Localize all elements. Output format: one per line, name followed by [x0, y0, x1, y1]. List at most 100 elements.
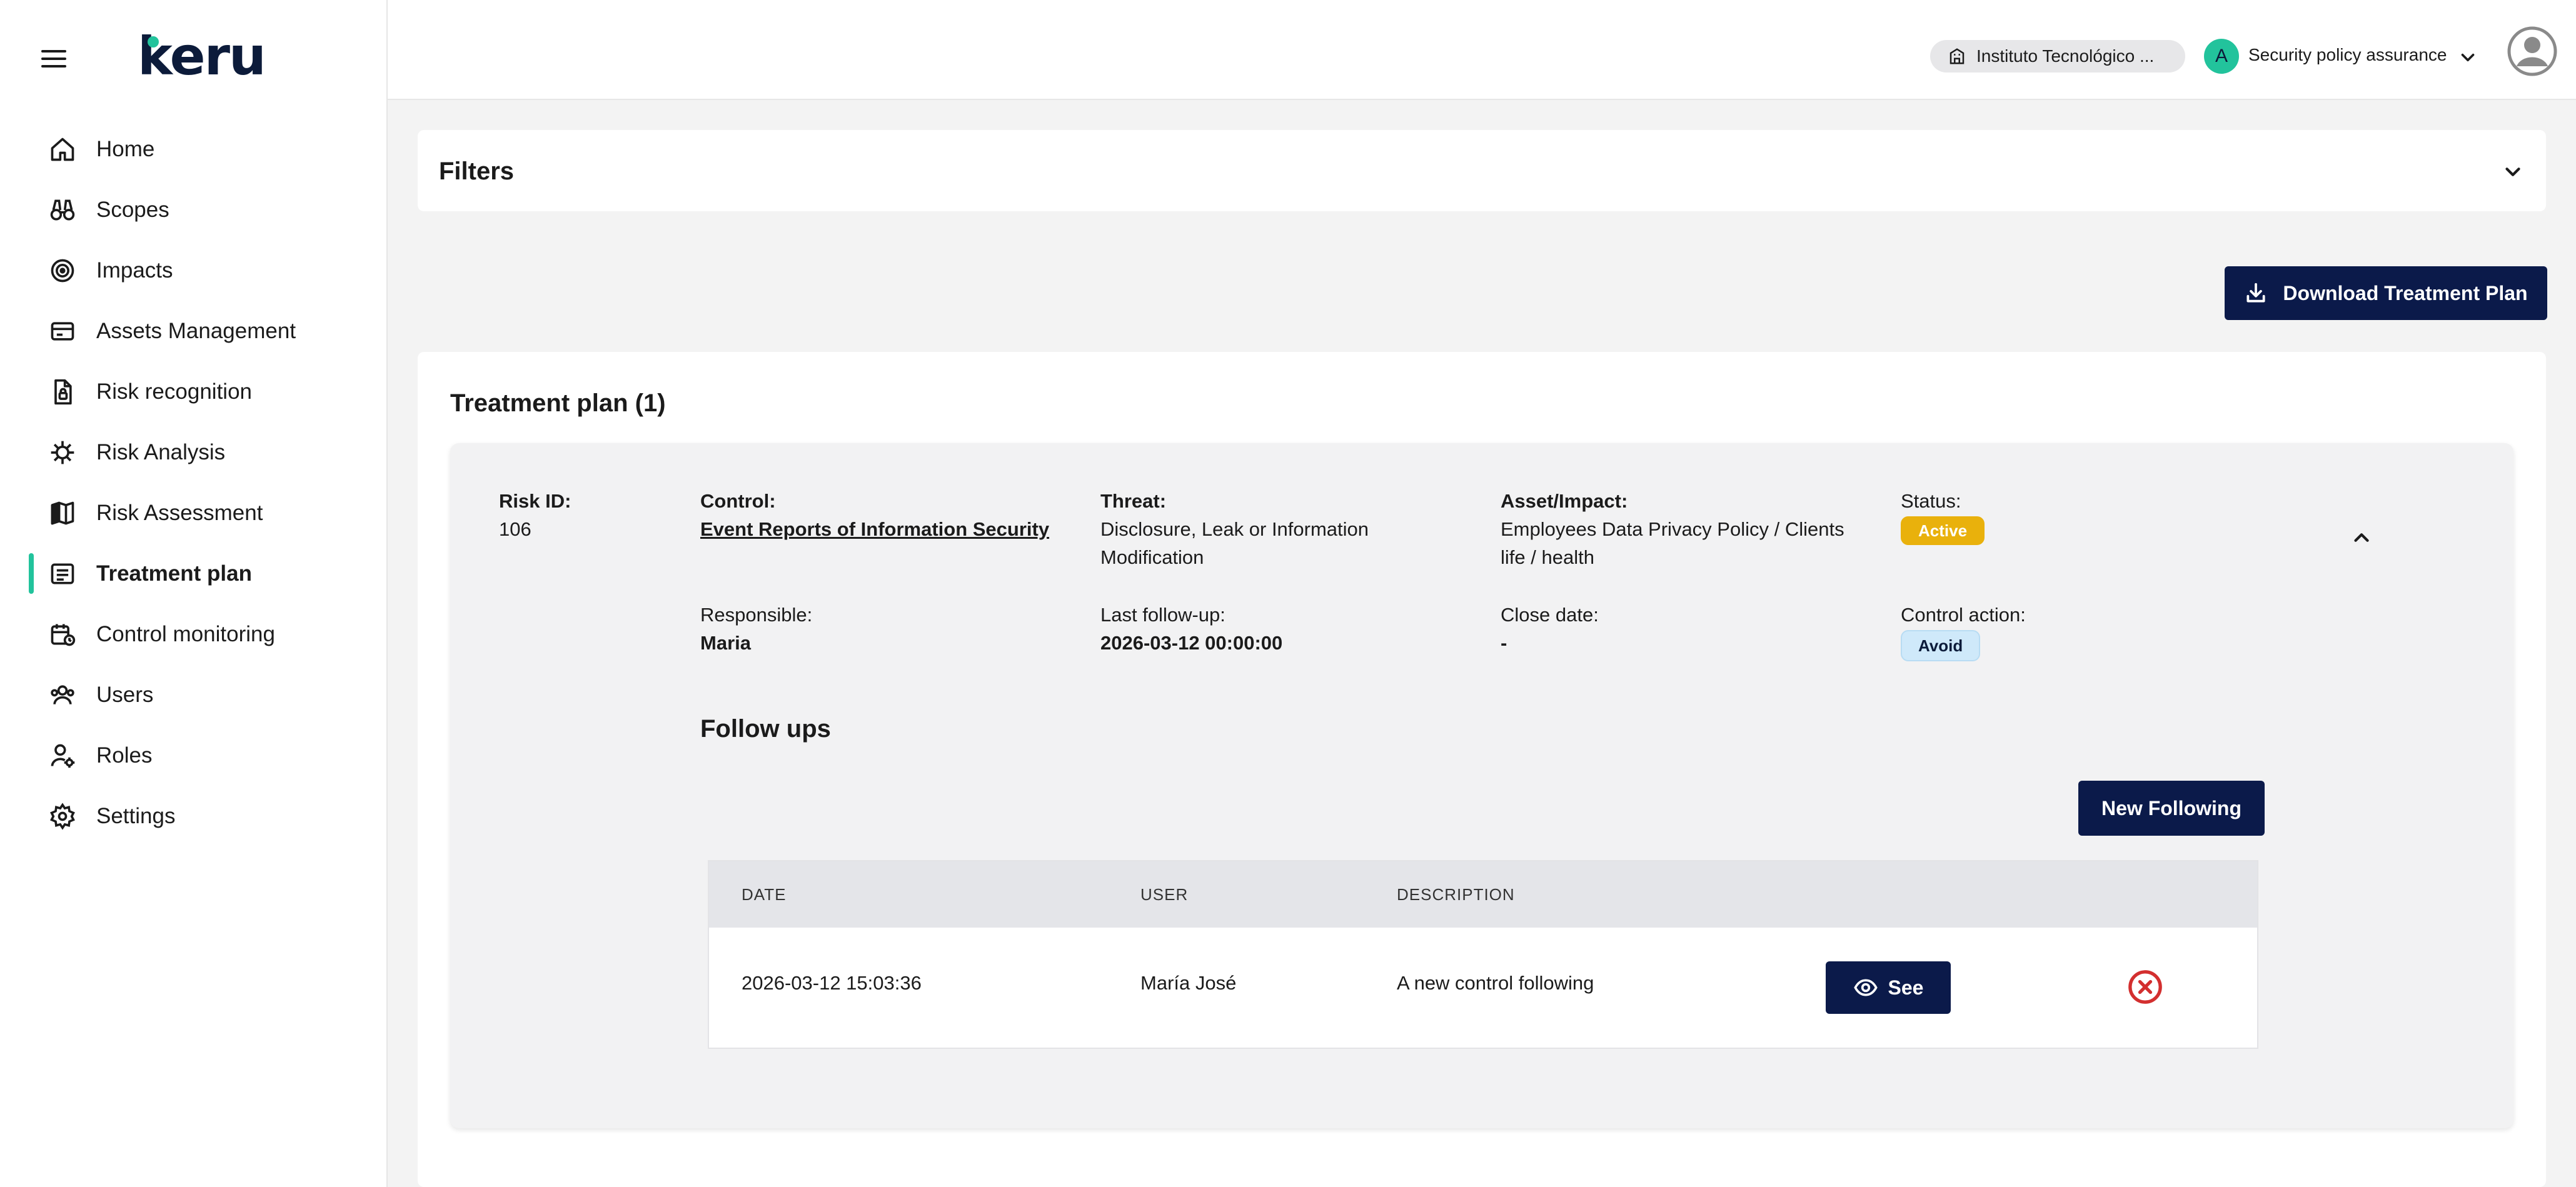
list-icon — [49, 560, 76, 588]
risk-id-field: Risk ID: 106 — [499, 487, 571, 543]
close-date-field: Close date: - — [1501, 601, 1599, 657]
asset-impact-value-line1: Employees Data Privacy Policy / Clients — [1501, 518, 1844, 540]
chevron-up-icon[interactable] — [2350, 526, 2373, 549]
gear-icon — [49, 802, 76, 830]
sidebar-item-label: Assets Management — [96, 318, 296, 343]
institution-name: Instituto Tecnológico ... — [1976, 46, 2155, 66]
sidebar-item-control-monitoring[interactable]: Control monitoring — [0, 604, 386, 664]
logo-dot — [148, 36, 159, 48]
control-link[interactable]: Event Reports of Information Security — [700, 515, 1049, 543]
sidebar: keru Home Scopes Impacts Assets Manageme… — [0, 0, 388, 1187]
see-label: See — [1888, 976, 1924, 999]
sidebar-item-label: Roles — [96, 743, 153, 768]
sidebar-item-roles[interactable]: Roles — [0, 725, 386, 786]
status-label: Status: — [1901, 490, 1961, 512]
radar-icon — [49, 257, 76, 284]
institution-selector[interactable]: Instituto Tecnológico ... — [1930, 40, 2185, 73]
filters-title: Filters — [439, 158, 515, 185]
chevron-down-icon[interactable] — [2457, 47, 2478, 68]
sidebar-nav: Home Scopes Impacts Assets Management Ri… — [0, 119, 386, 846]
follow-ups-title: Follow ups — [700, 715, 831, 743]
close-date-label: Close date: — [1501, 604, 1599, 626]
last-followup-value: 2026-03-12 00:00:00 — [1100, 632, 1283, 654]
column-header-user[interactable]: USER — [1140, 885, 1188, 904]
sidebar-item-label: Treatment plan — [96, 561, 252, 586]
column-header-description[interactable]: DESCRIPTION — [1397, 885, 1515, 904]
eye-icon — [1853, 975, 1878, 1000]
threat-value-line1: Disclosure, Leak or Information — [1100, 518, 1369, 540]
sidebar-item-assets-management[interactable]: Assets Management — [0, 301, 386, 361]
responsible-field: Responsible: Maria — [700, 601, 812, 657]
user-avatar-icon[interactable] — [2507, 26, 2557, 76]
top-header — [388, 0, 2576, 100]
last-followup-field: Last follow-up: 2026-03-12 00:00:00 — [1100, 601, 1282, 657]
calendar-monitor-icon — [49, 621, 76, 648]
last-followup-label: Last follow-up: — [1100, 604, 1225, 626]
row-description: A new control following — [1397, 972, 1594, 994]
treatment-plan-card: Treatment plan (1) Risk ID: 106 Control:… — [418, 352, 2546, 1187]
sidebar-item-label: Risk Analysis — [96, 439, 226, 464]
follow-ups-table: DATE USER DESCRIPTION 2026-03-12 15:03:3… — [708, 860, 2258, 1049]
threat-field: Threat: Disclosure, Leak or Information … — [1100, 487, 1369, 571]
virus-icon — [49, 439, 76, 466]
close-date-value: - — [1501, 632, 1507, 654]
sidebar-item-risk-analysis[interactable]: Risk Analysis — [0, 422, 386, 483]
org-name[interactable]: Security policy assurance — [2248, 45, 2447, 65]
risk-id-value: 106 — [499, 518, 531, 540]
download-treatment-plan-button[interactable]: Download Treatment Plan — [2225, 266, 2547, 320]
menu-icon[interactable] — [41, 49, 66, 69]
row-date: 2026-03-12 15:03:36 — [742, 972, 922, 994]
control-label: Control: — [700, 490, 776, 512]
sidebar-item-impacts[interactable]: Impacts — [0, 240, 386, 301]
binoculars-icon — [49, 196, 76, 224]
home-icon — [49, 136, 76, 163]
sidebar-item-label: Scopes — [96, 197, 169, 222]
sidebar-item-label: Settings — [96, 803, 176, 828]
sidebar-item-home[interactable]: Home — [0, 119, 386, 179]
sidebar-item-label: Home — [96, 136, 155, 161]
delete-circle-icon[interactable] — [2127, 969, 2163, 1005]
sidebar-item-risk-recognition[interactable]: Risk recognition — [0, 361, 386, 422]
new-following-button[interactable]: New Following — [2078, 781, 2265, 836]
card-icon — [49, 318, 76, 345]
org-avatar: A — [2204, 39, 2239, 74]
row-user: María José — [1140, 972, 1237, 994]
user-gear-icon — [49, 742, 76, 769]
sidebar-item-users[interactable]: Users — [0, 664, 386, 725]
risk-id-label: Risk ID: — [499, 490, 571, 512]
map-icon — [49, 499, 76, 527]
threat-label: Threat: — [1100, 490, 1167, 512]
status-field: Status: Active — [1901, 487, 1985, 545]
sidebar-item-label: Control monitoring — [96, 621, 275, 646]
control-action-label: Control action: — [1901, 604, 2026, 626]
status-badge: Active — [1901, 516, 1985, 545]
table-header: DATE USER DESCRIPTION — [709, 861, 2257, 928]
control-field: Control: Event Reports of Information Se… — [700, 487, 1049, 543]
asset-impact-value-line2: life / health — [1501, 546, 1594, 568]
responsible-label: Responsible: — [700, 604, 813, 626]
column-header-date[interactable]: DATE — [742, 885, 786, 904]
treatment-plan-title: Treatment plan (1) — [450, 389, 666, 417]
sidebar-item-treatment-plan[interactable]: Treatment plan — [0, 543, 386, 604]
asset-impact-label: Asset/Impact: — [1501, 490, 1628, 512]
control-action-field: Control action: Avoid — [1901, 601, 2026, 661]
control-action-badge: Avoid — [1901, 630, 1981, 661]
sidebar-item-settings[interactable]: Settings — [0, 786, 386, 846]
users-icon — [49, 681, 76, 709]
risk-card: Risk ID: 106 Control: Event Reports of I… — [450, 443, 2513, 1128]
sidebar-item-label: Impacts — [96, 258, 173, 283]
filters-panel[interactable]: Filters — [418, 130, 2546, 211]
sidebar-item-risk-assessment[interactable]: Risk Assessment — [0, 483, 386, 543]
sidebar-item-label: Risk Assessment — [96, 500, 263, 525]
download-icon — [2244, 281, 2268, 305]
sidebar-item-scopes[interactable]: Scopes — [0, 179, 386, 240]
chevron-down-icon[interactable] — [2501, 160, 2525, 184]
file-lock-icon — [49, 378, 76, 406]
see-button[interactable]: See — [1826, 961, 1951, 1014]
responsible-value: Maria — [700, 632, 751, 654]
sidebar-item-label: Risk recognition — [96, 379, 252, 404]
threat-value-line2: Modification — [1100, 546, 1204, 568]
download-label: Download Treatment Plan — [2283, 281, 2528, 304]
asset-impact-field: Asset/Impact: Employees Data Privacy Pol… — [1501, 487, 1844, 571]
sidebar-item-label: Users — [96, 682, 154, 707]
